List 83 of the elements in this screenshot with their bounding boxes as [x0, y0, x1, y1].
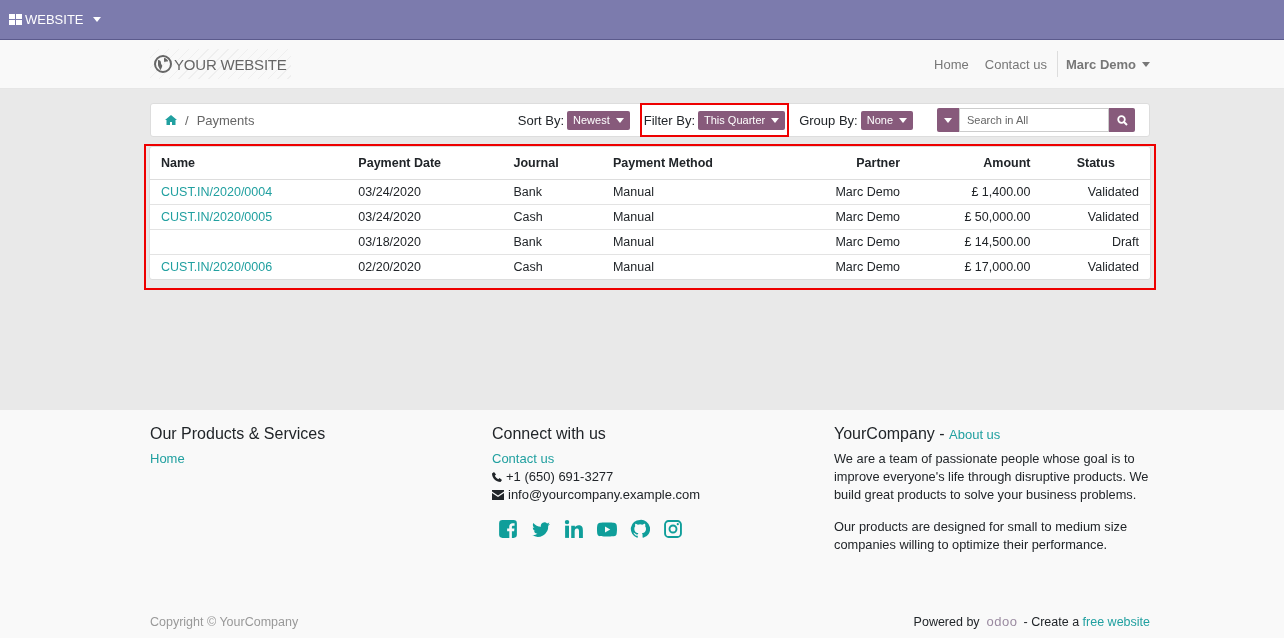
about-text: Our products are designed for small to medium size companies willing to optimize their performance.	[834, 518, 1129, 554]
table-cell: 03/24/2020	[347, 204, 503, 230]
grid-icon	[9, 14, 22, 25]
about-text: We are a team of passionate people whose goal is to improve everyone's life through disruptive products. We build great products to solve your business problems.	[834, 450, 1150, 504]
filter-label: Sort By:	[517, 112, 565, 128]
caret-icon	[944, 117, 952, 123]
table-cell: Manual	[601, 229, 783, 255]
github-icon[interactable]	[630, 519, 650, 539]
column-header: Amount	[911, 147, 1042, 180]
payment-link[interactable]: CUST.IN/2020/0006	[161, 260, 273, 274]
column-header: Journal	[502, 147, 602, 180]
column-header: Name	[150, 147, 348, 180]
table-cell: Bank	[502, 229, 602, 255]
dropdown-button[interactable]: Newest	[567, 110, 630, 130]
dropdown-button[interactable]: This Quarter	[698, 110, 786, 130]
odoo-logo: odoo	[986, 614, 1018, 629]
home-icon[interactable]	[165, 115, 177, 125]
user-menu[interactable]: Marc Demo	[1056, 51, 1150, 77]
table-cell: Validated	[1041, 254, 1150, 279]
table-cell: Validated	[1041, 179, 1150, 205]
filter-label: Filter By:	[643, 112, 696, 128]
caret-icon	[92, 17, 101, 22]
table-cell: Cash	[502, 254, 602, 279]
table-cell: Cash	[502, 204, 602, 230]
column-header: Payment Method	[601, 147, 783, 180]
free-website-link[interactable]: free website	[1082, 614, 1150, 629]
table-cell: Manual	[601, 254, 783, 279]
nav-link[interactable]: Home	[926, 56, 977, 72]
search-button[interactable]	[1109, 108, 1135, 132]
caret-icon	[1142, 61, 1150, 67]
copyright-text: Copyright © YourCompany	[150, 614, 299, 629]
facebook-icon[interactable]	[498, 519, 518, 539]
nav-link[interactable]: Contact us	[976, 56, 1055, 72]
envelope-icon	[492, 490, 504, 500]
filter-label: Group By:	[799, 112, 858, 128]
table-cell: Marc Demo	[782, 229, 912, 255]
email-address: info@yourcompany.example.com	[508, 486, 701, 504]
caret-icon	[771, 117, 780, 123]
about-link[interactable]: About us	[949, 427, 1001, 442]
search-icon	[1116, 114, 1128, 126]
app-menu-button[interactable]: WEBSITE	[9, 12, 101, 27]
caret-icon	[899, 117, 907, 123]
search-scope-button[interactable]	[937, 108, 959, 132]
table-cell: £ 50,000.00	[911, 204, 1042, 230]
breadcrumb-separator: /	[185, 112, 189, 128]
footer-link[interactable]: Home	[150, 450, 185, 468]
instagram-icon[interactable]	[663, 519, 683, 539]
search-field[interactable]: Search in All	[959, 108, 1109, 132]
table-cell: Marc Demo	[782, 204, 912, 230]
table-cell: 03/18/2020	[347, 229, 503, 255]
table-cell: 03/24/2020	[347, 179, 503, 205]
globe-icon	[154, 55, 172, 73]
caret-icon	[615, 117, 624, 123]
footer-heading: Our Products & Services	[150, 425, 327, 443]
table-cell: Manual	[601, 204, 783, 230]
table-cell: Marc Demo	[782, 254, 912, 279]
twitter-icon[interactable]	[531, 519, 551, 539]
phone-number: +1 (650) 691-3277	[506, 468, 614, 486]
table-cell: £ 17,000.00	[911, 254, 1042, 279]
column-header: Status	[1041, 147, 1150, 180]
table-cell: Draft	[1041, 229, 1150, 255]
payment-link[interactable]: CUST.IN/2020/0005	[161, 210, 273, 224]
payment-link[interactable]: CUST.IN/2020/0004	[161, 185, 273, 199]
column-header: Partner	[782, 147, 912, 180]
title-separator: -	[938, 425, 946, 442]
table-cell: Bank	[502, 179, 602, 205]
table-cell: 02/20/2020	[347, 254, 503, 279]
table-cell: £ 14,500.00	[911, 229, 1042, 255]
website-logo[interactable]: YOUR WEBSITE	[150, 49, 291, 79]
column-header: Payment Date	[347, 147, 503, 180]
create-text: - Create a	[1023, 614, 1081, 629]
table-cell: Validated	[1041, 204, 1150, 230]
table-cell: Manual	[601, 179, 783, 205]
linkedin-icon[interactable]	[564, 519, 584, 539]
dropdown-button[interactable]: None	[860, 110, 913, 130]
table-cell: Marc Demo	[782, 179, 912, 205]
company-name: YourCompany	[834, 425, 935, 442]
footer-link[interactable]: Contact us	[492, 450, 555, 468]
powered-by-text: Powered by	[913, 614, 980, 629]
phone-icon	[492, 472, 502, 482]
breadcrumb-current: Payments	[196, 112, 255, 128]
table-cell: £ 1,400.00	[911, 179, 1042, 205]
footer-heading: Connect with us	[492, 425, 607, 443]
